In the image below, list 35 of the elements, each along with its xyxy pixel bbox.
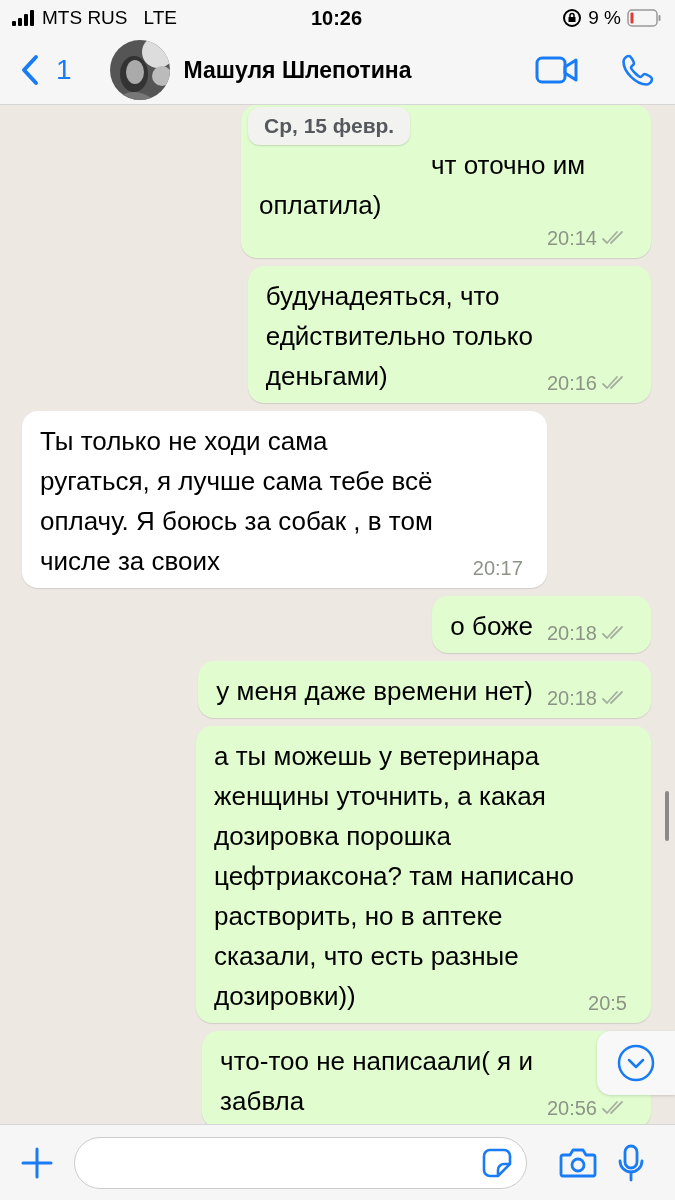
message-text: а ты можешь у ветеринара женщины уточнить, а какая дозировка порошка цефтриаксона? там написано растворить, но в аптеке сказали, что есть разные дозировки)): [214, 740, 575, 1013]
camera-icon[interactable]: [559, 1146, 597, 1179]
battery-icon: [627, 9, 661, 27]
message-text: будунадеяться, что едйствительно только деньгами): [265, 280, 533, 393]
date-chip: Ср, 15 февр.: [248, 107, 411, 145]
message-text: о боже: [450, 610, 533, 643]
chevron-left-icon[interactable]: [20, 54, 40, 86]
message-time: 20:56: [546, 1096, 597, 1121]
network-type: LTE: [143, 7, 177, 29]
message-time: 20:18: [546, 686, 597, 711]
message-input-field[interactable]: [74, 1136, 527, 1189]
chevron-down-circle-icon[interactable]: [616, 1043, 656, 1083]
message-time: 20:17: [472, 556, 523, 581]
rotation-lock-icon: [562, 8, 583, 28]
video-call-icon[interactable]: [535, 56, 579, 84]
message-text: Ты только не ходи сама ругаться, я лучше сама тебе всё оплачу. Я боюсь за собак , в том числе за своих: [40, 425, 433, 578]
plus-icon[interactable]: [20, 1145, 54, 1180]
message-text: чт оточно им оплатила): [259, 149, 586, 222]
phone-icon[interactable]: [621, 53, 655, 87]
message-time: 20:18: [546, 621, 597, 646]
carrier-name: MTS RUS: [42, 7, 128, 29]
contact-name[interactable]: Машуля Шлепотина: [183, 56, 412, 84]
clock-time: 10:26: [310, 6, 363, 30]
message-time: 20:16: [546, 371, 597, 396]
sticker-icon[interactable]: [482, 1147, 512, 1178]
scroll-indicator: [665, 791, 669, 841]
microphone-icon[interactable]: [617, 1143, 645, 1182]
message-text: у меня даже времени нет): [216, 675, 533, 708]
back-button[interactable]: 1: [20, 54, 72, 86]
message-time: 20:14: [546, 226, 597, 251]
message-text: что-тоо не написаали( я и забвла: [220, 1045, 533, 1118]
battery-percent: 9 %: [588, 7, 621, 29]
message-time: 20:5: [588, 991, 627, 1016]
signal-icon: [12, 10, 36, 26]
scroll-down-button[interactable]: [597, 1031, 675, 1095]
